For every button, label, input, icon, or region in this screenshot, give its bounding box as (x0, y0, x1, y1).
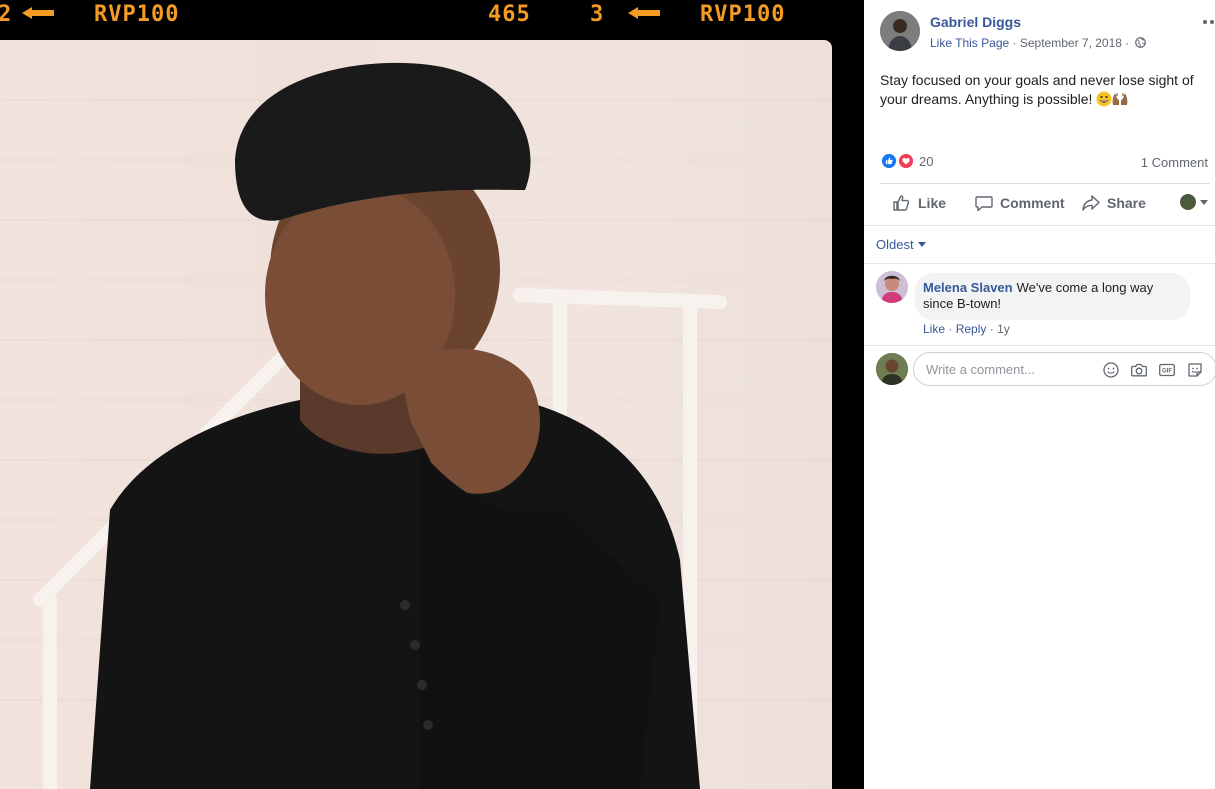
user-avatar-image (876, 353, 908, 385)
film-arrow-icon (628, 7, 660, 19)
film-edge-mark: 2 (0, 2, 13, 27)
post-meta: Like This Page · September 7, 2018 · (930, 36, 1146, 50)
thumbs-up-icon (893, 195, 910, 211)
like-button-label: Like (918, 195, 947, 211)
more-options-icon[interactable] (1202, 19, 1215, 25)
comment-sort-label: Oldest (876, 237, 914, 252)
divider (864, 225, 1215, 226)
comment-actions: Like · Reply · 1y (923, 322, 1010, 336)
photo-viewer: 2 RVP100 465 3 RVP100 (0, 0, 864, 789)
commenter-avatar[interactable] (876, 271, 908, 303)
divider (864, 263, 1215, 264)
film-code-left: RVP100 (94, 2, 180, 27)
comment-bubble: Melena Slaven We've come a long way since… (915, 273, 1190, 320)
film-arrow-icon (22, 7, 54, 19)
divider (880, 183, 1210, 184)
like-reaction-icon[interactable] (880, 152, 898, 170)
commenter-avatar-image (876, 271, 908, 303)
post-photo[interactable] (0, 40, 832, 789)
post-text-content: Stay focused on your goals and never los… (880, 72, 1194, 107)
reaction-count[interactable]: 20 (919, 154, 933, 169)
film-frame-count: 3 (590, 2, 605, 27)
meta-separator: · (989, 322, 994, 336)
post-actions: Like Comment Share (880, 186, 1210, 220)
user-avatar (876, 353, 908, 385)
comment-bubble-icon (975, 196, 993, 212)
commenter-name-link[interactable]: Melena Slaven (923, 280, 1013, 295)
meta-separator: · (1012, 36, 1017, 50)
comment-count-link[interactable]: 1 Comment (1141, 155, 1208, 170)
sticker-icon[interactable] (1186, 361, 1204, 379)
comment-reply-link[interactable]: Reply (956, 322, 987, 336)
post-sidebar: Gabriel Diggs Like This Page · September… (864, 0, 1215, 789)
like-page-link[interactable]: Like This Page (930, 36, 1009, 50)
globe-icon[interactable] (1134, 37, 1146, 48)
svg-text:GIF: GIF (1162, 369, 1172, 375)
film-code-right: RVP100 (700, 2, 786, 27)
react-as-selector[interactable] (1180, 194, 1208, 210)
meta-separator: · (1125, 36, 1130, 50)
comment-button-label: Comment (1000, 195, 1065, 211)
chevron-down-icon (917, 242, 926, 247)
chevron-down-icon (1200, 199, 1208, 205)
divider (864, 345, 1215, 346)
share-arrow-icon (1082, 195, 1100, 211)
grinning-face-emoji (1096, 91, 1112, 107)
share-button-label: Share (1107, 195, 1146, 211)
photo-illustration (0, 62, 832, 789)
user-avatar (1180, 194, 1196, 210)
author-avatar[interactable] (880, 11, 920, 51)
comment-like-link[interactable]: Like (923, 322, 945, 336)
gif-icon[interactable]: GIF (1158, 361, 1176, 379)
film-strip: 2 RVP100 465 3 RVP100 (0, 0, 864, 28)
film-frame-number: 465 (488, 2, 531, 27)
love-reaction-icon[interactable] (897, 152, 915, 170)
camera-icon[interactable] (1130, 361, 1148, 379)
meta-separator: · (948, 322, 953, 336)
comment-button[interactable]: Comment (974, 186, 1065, 220)
post-header: Gabriel Diggs Like This Page · September… (880, 11, 1214, 51)
comment-sort-dropdown[interactable]: Oldest (876, 237, 926, 252)
author-name-link[interactable]: Gabriel Diggs (930, 14, 1021, 30)
like-button[interactable]: Like (892, 186, 946, 220)
share-button[interactable]: Share (1081, 186, 1146, 220)
reactions-bar: 20 1 Comment (880, 152, 1210, 172)
comment-item: Melena Slaven We've come a long way since… (876, 271, 1210, 341)
comment-input-placeholder: Write a comment... (926, 362, 1035, 377)
comment-age[interactable]: 1y (997, 322, 1010, 336)
emoji-icon[interactable] (1102, 361, 1120, 379)
post-text: Stay focused on your goals and never los… (880, 71, 1205, 109)
comment-composer: Write a comment... GIF (876, 351, 1215, 387)
author-avatar-image (880, 11, 920, 51)
comment-input[interactable]: Write a comment... GIF (913, 352, 1215, 386)
post-date[interactable]: September 7, 2018 (1020, 36, 1122, 50)
raised-hands-emoji (1112, 93, 1128, 105)
